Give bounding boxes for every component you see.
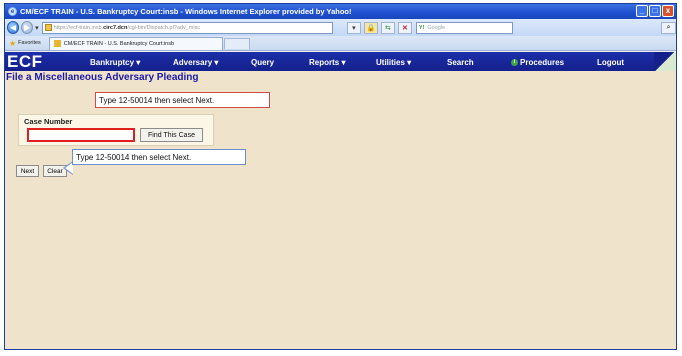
browser-window: e CM/ECF TRAIN - U.S. Bankruptcy Court:i… xyxy=(4,3,677,350)
case-number-panel: Case Number Find This Case xyxy=(18,114,214,146)
info-icon: i xyxy=(511,59,518,67)
browser-tab[interactable]: CM/ECF TRAIN - U.S. Bankruptcy Court:ins… xyxy=(48,36,223,50)
tab-favicon-icon xyxy=(53,40,61,47)
url-path: /cgi-bin/Dispatch.pl?adv_misc xyxy=(127,24,201,31)
history-dropdown-icon[interactable]: ▾ xyxy=(35,24,39,32)
find-this-case-button[interactable]: Find This Case xyxy=(140,128,203,142)
menu-query[interactable]: Query xyxy=(251,58,274,67)
stop-icon[interactable]: ✕ xyxy=(397,21,412,34)
url-domain: circ7.dcn xyxy=(103,24,128,31)
search-engine-icon: Y! xyxy=(418,24,425,31)
title-bar: e CM/ECF TRAIN - U.S. Bankruptcy Court:i… xyxy=(5,4,676,19)
menu-procedures[interactable]: i Procedures xyxy=(511,58,564,67)
ecf-menubar: ECF Bankruptcy ▾ Adversary ▾ Query Repor… xyxy=(5,52,676,71)
tab-title: CM/ECF TRAIN - U.S. Bankruptcy Court:ins… xyxy=(63,40,175,47)
minimize-button[interactable]: _ xyxy=(636,5,648,17)
help-corner-icon[interactable] xyxy=(654,52,676,71)
favorites-label: Favorites xyxy=(18,40,41,46)
address-bar: ◀ ▶ ▾ https://ecf-train.insb. circ7.dcn/c… xyxy=(5,19,676,36)
next-button[interactable]: Next xyxy=(16,165,39,177)
refresh-icon[interactable]: ⇆ xyxy=(380,21,395,34)
ie-logo-icon: e xyxy=(8,7,17,16)
case-number-input[interactable] xyxy=(27,128,135,142)
menu-logout[interactable]: Logout xyxy=(597,58,624,67)
star-icon: ★ xyxy=(9,38,17,48)
menu-adversary[interactable]: Adversary ▾ xyxy=(173,58,218,67)
forward-button[interactable]: ▶ xyxy=(21,21,34,34)
new-tab-button[interactable] xyxy=(223,37,250,49)
search-input[interactable]: Y! Google xyxy=(415,21,514,34)
url-buttons: ▾ 🔒 ⇆ ✕ xyxy=(346,21,412,34)
close-button[interactable]: x xyxy=(662,5,674,17)
menu-search[interactable]: Search xyxy=(447,58,474,67)
search-go-icon[interactable]: ⌕ xyxy=(661,21,676,34)
case-number-label: Case Number xyxy=(24,117,73,126)
menu-bankruptcy[interactable]: Bankruptcy ▾ xyxy=(90,58,140,67)
menu-procedures-label: Procedures xyxy=(520,58,565,67)
ecf-logo[interactable]: ECF xyxy=(7,52,43,72)
url-prefix: https://ecf-train.insb. xyxy=(53,24,104,31)
window-controls: _ □ x xyxy=(636,5,674,17)
menu-utilities[interactable]: Utilities ▾ xyxy=(376,58,411,67)
maximize-button[interactable]: □ xyxy=(649,5,661,17)
instruction-callout-top: Type 12-50014 then select Next. xyxy=(95,92,270,108)
menu-reports[interactable]: Reports ▾ xyxy=(309,58,345,67)
page-content: File a Miscellaneous Adversary Pleading … xyxy=(5,71,676,349)
favorites-tab-bar: ★ Favorites CM/ECF TRAIN - U.S. Bankrupt… xyxy=(5,36,676,51)
favorites-button[interactable]: ★ Favorites xyxy=(9,39,41,48)
search-placeholder: Google xyxy=(427,24,446,31)
instruction-callout-bottom: Type 12-50014 then select Next. xyxy=(72,149,246,165)
back-button[interactable]: ◀ xyxy=(7,21,20,34)
site-favicon-icon xyxy=(44,24,52,31)
window-title: CM/ECF TRAIN - U.S. Bankruptcy Court:ins… xyxy=(20,7,352,16)
security-lock-icon[interactable]: 🔒 xyxy=(363,21,378,34)
page-title: File a Miscellaneous Adversary Pleading xyxy=(6,72,199,83)
url-field[interactable]: https://ecf-train.insb. circ7.dcn/cgi-bin… xyxy=(41,21,333,34)
url-dropdown-icon[interactable]: ▾ xyxy=(346,21,361,34)
